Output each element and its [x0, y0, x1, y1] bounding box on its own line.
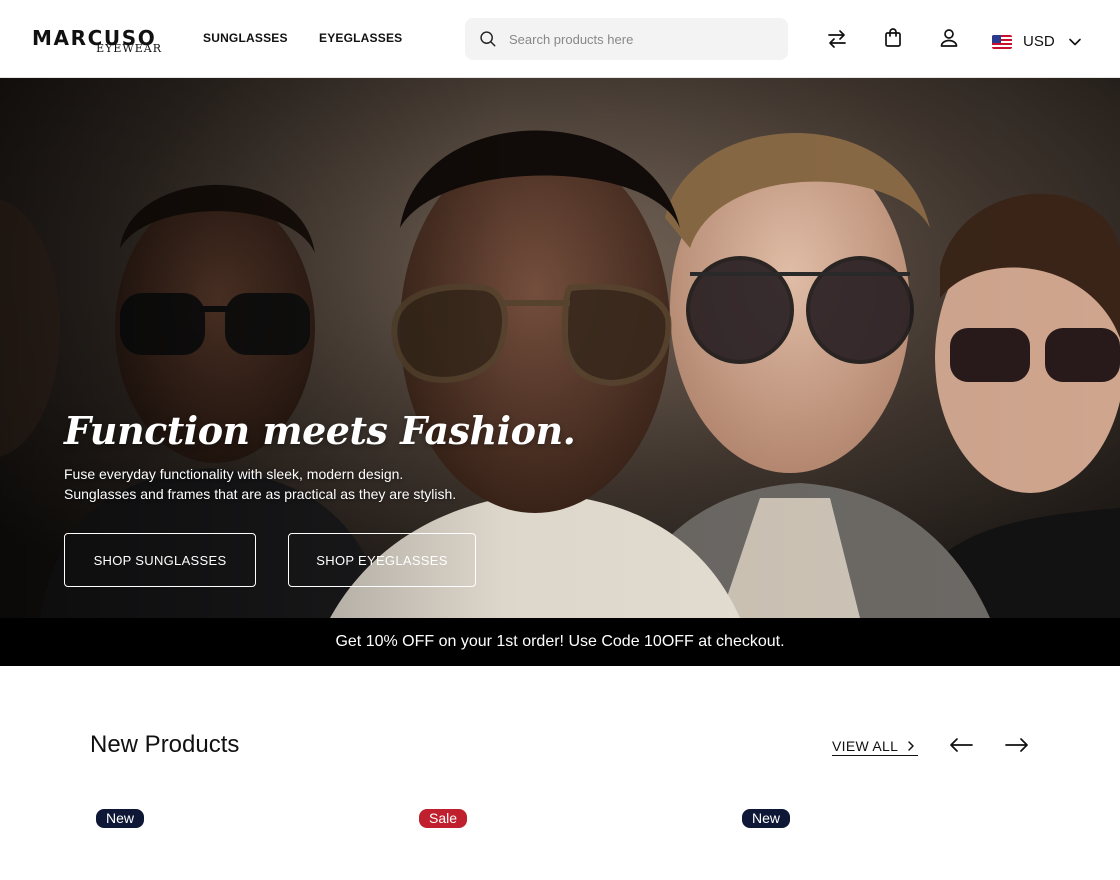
us-flag-icon — [992, 35, 1012, 49]
search-input[interactable] — [509, 18, 779, 60]
compare-arrows-icon[interactable] — [826, 28, 848, 50]
search-bar — [465, 18, 788, 60]
arrow-left-icon[interactable] — [948, 735, 974, 755]
shopping-bag-icon[interactable] — [882, 27, 904, 49]
chevron-right-icon — [908, 741, 914, 751]
shop-sunglasses-button[interactable]: SHOP SUNGLASSES — [64, 533, 256, 587]
user-icon[interactable] — [938, 27, 960, 49]
hero-description-line-1: Fuse everyday functionality with sleek, … — [64, 466, 404, 482]
promo-bar: Get 10% OFF on your 1st order! Use Code … — [0, 618, 1120, 666]
promo-text: Get 10% OFF on your 1st order! Use Code … — [335, 633, 785, 650]
product-badge-sale: Sale — [419, 809, 468, 828]
currency-label: USD — [1023, 33, 1055, 50]
site-header: MARCUSO EYEWEAR SUNGLASSES EYEGLASSES US… — [0, 0, 1120, 78]
product-badge-new: New — [96, 809, 145, 828]
view-all-label: VIEW ALL — [832, 738, 899, 754]
product-badge-new: New — [742, 809, 791, 828]
logo-sub-text: EYEWEAR — [96, 42, 162, 55]
section-title-new-products: New Products — [90, 731, 240, 758]
search-icon[interactable] — [479, 30, 497, 48]
shop-eyeglasses-button[interactable]: SHOP EYEGLASSES — [288, 533, 476, 587]
brand-logo[interactable]: MARCUSO EYEWEAR — [32, 28, 164, 56]
view-all-link[interactable]: VIEW ALL — [832, 736, 918, 756]
nav-sunglasses[interactable]: SUNGLASSES — [203, 31, 288, 45]
hero-description-line-2: Sunglasses and frames that are as practi… — [64, 486, 457, 502]
hero-title: Function meets Fashion. — [64, 408, 576, 453]
arrow-right-icon[interactable] — [1004, 735, 1030, 755]
hero-banner: Function meets Fashion. Fuse everyday fu… — [0, 78, 1120, 618]
nav-eyeglasses[interactable]: EYEGLASSES — [319, 31, 402, 45]
chevron-down-icon — [1069, 38, 1081, 46]
currency-selector[interactable]: USD — [990, 29, 1090, 53]
